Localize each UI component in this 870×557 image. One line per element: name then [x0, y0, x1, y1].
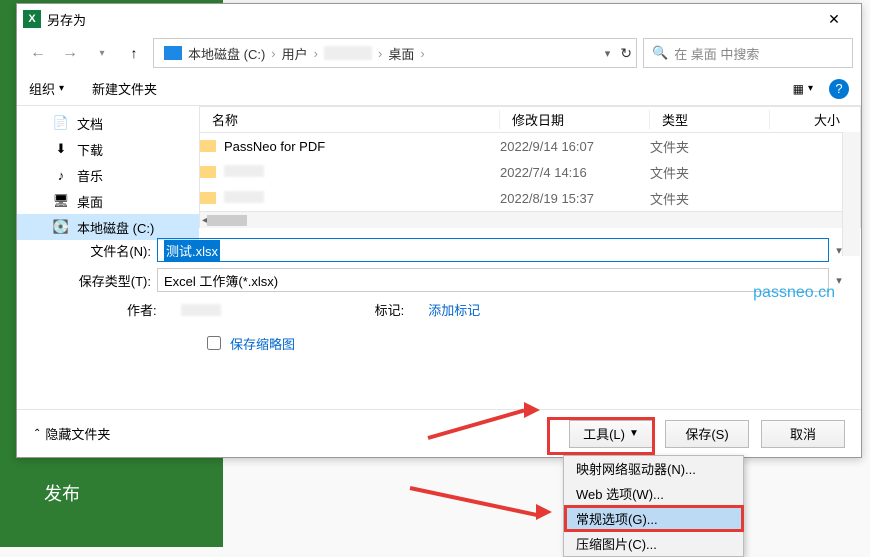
tree-item-icon: 🖥 — [53, 193, 69, 209]
filename-input[interactable]: 测试.xlsx — [157, 238, 829, 262]
tree-item-label: 文档 — [77, 114, 103, 133]
up-button[interactable]: ↑ — [121, 40, 147, 66]
row-name — [224, 165, 264, 180]
organize-button[interactable]: 组织▾ — [29, 79, 64, 98]
menu-item[interactable]: Web 选项(W)... — [564, 481, 743, 506]
publish-label: 发布 — [44, 480, 80, 506]
scroll-thumb[interactable] — [207, 215, 247, 226]
crumb-dropdown[interactable]: ▾ — [605, 47, 611, 60]
dialog-toolbar: 组织▾ 新建文件夹 ▦ ▾ ? — [17, 72, 861, 106]
crumb-desktop[interactable]: 桌面 — [388, 44, 414, 63]
table-row[interactable]: 2022/8/19 15:37文件夹 — [200, 185, 860, 211]
folder-icon — [200, 140, 216, 152]
table-row[interactable]: 2022/7/4 14:16文件夹 — [200, 159, 860, 185]
col-type[interactable]: 类型 — [650, 110, 770, 129]
vertical-scrollbar[interactable] — [842, 132, 860, 256]
search-input[interactable]: 🔍 在 桌面 中搜索 — [643, 38, 853, 68]
search-placeholder: 在 桌面 中搜索 — [674, 44, 759, 63]
tree-item-icon: 💽 — [53, 219, 69, 235]
new-folder-button[interactable]: 新建文件夹 — [92, 79, 157, 98]
tree-item-音乐[interactable]: ♪ 音乐 — [17, 162, 199, 188]
menu-item[interactable]: 映射网络驱动器(N)... — [564, 456, 743, 481]
filename-label: 文件名(N): — [29, 241, 157, 260]
tree-item-icon: ⬇ — [53, 141, 69, 157]
button-row: ⌃隐藏文件夹 工具(L)▼ 保存(S) 取消 — [17, 409, 861, 457]
view-button[interactable]: ▦ ▾ — [793, 82, 813, 96]
annotation-arrow-2 — [410, 480, 560, 520]
file-list: 名称 修改日期 类型 大小 PassNeo for PDF 2022/9/14 1… — [199, 106, 861, 228]
filetype-dropdown[interactable]: ▾ — [829, 274, 849, 287]
row-date: 2022/9/14 16:07 — [500, 139, 650, 154]
folder-icon — [200, 192, 216, 204]
author-value-blurred — [181, 304, 221, 316]
row-name — [224, 191, 264, 206]
nav-tree: 📄文档⬇下载♪音乐🖥桌面💽本地磁盘 (C:) — [17, 106, 199, 228]
history-chevron[interactable]: ▾ — [89, 40, 115, 66]
excel-icon: X — [23, 10, 41, 28]
column-header-row: 名称 修改日期 类型 大小 — [200, 107, 860, 133]
tools-button[interactable]: 工具(L)▼ — [569, 420, 653, 448]
col-date[interactable]: 修改日期 — [500, 110, 650, 129]
search-icon: 🔍 — [652, 45, 668, 61]
tree-item-icon: 📄 — [53, 115, 69, 131]
tree-item-label: 下载 — [77, 140, 103, 159]
col-size[interactable]: 大小 — [770, 110, 860, 129]
hide-folders-button[interactable]: ⌃隐藏文件夹 — [33, 424, 110, 443]
crumb-user-folder[interactable]: 用户 — [282, 44, 308, 63]
row-type: 文件夹 — [650, 163, 770, 182]
tree-item-icon: ♪ — [53, 167, 69, 183]
tree-item-桌面[interactable]: 🖥 桌面 — [17, 188, 199, 214]
tag-label: 标记: — [375, 300, 405, 319]
table-row[interactable]: PassNeo for PDF 2022/9/14 16:07文件夹 — [200, 133, 860, 159]
folder-icon — [200, 166, 216, 178]
tree-item-label: 音乐 — [77, 166, 103, 185]
menu-item[interactable]: 常规选项(G)... — [564, 506, 743, 531]
cancel-button[interactable]: 取消 — [761, 420, 845, 448]
forward-button[interactable]: → — [57, 40, 83, 66]
tree-item-label: 桌面 — [77, 192, 103, 211]
close-button[interactable]: ✕ — [813, 4, 855, 34]
menu-item[interactable]: 压缩图片(C)... — [564, 531, 743, 556]
row-type: 文件夹 — [650, 189, 770, 208]
back-button[interactable]: ← — [25, 40, 51, 66]
row-name: PassNeo for PDF — [224, 139, 325, 154]
add-tag-link[interactable]: 添加标记 — [428, 300, 480, 319]
save-thumbnail-checkbox[interactable]: 保存缩略图 — [203, 333, 849, 353]
filetype-label: 保存类型(T): — [29, 271, 157, 290]
nav-bar: ← → ▾ ↑ 本地磁盘 (C:) › 用户 › › 桌面 › ▾ ↻ 🔍 在 … — [17, 34, 861, 72]
col-name[interactable]: 名称 — [200, 110, 500, 129]
row-type: 文件夹 — [650, 137, 770, 156]
save-button[interactable]: 保存(S) — [665, 420, 749, 448]
pc-icon — [164, 46, 182, 60]
tree-item-文档[interactable]: 📄 文档 — [17, 110, 199, 136]
thumbnail-checkbox-input[interactable] — [207, 336, 221, 350]
tree-item-label: 本地磁盘 (C:) — [77, 218, 154, 237]
refresh-button[interactable]: ↻ — [620, 45, 632, 62]
form-area: 文件名(N): 测试.xlsx ▾ 保存类型(T): Excel 工作簿(*.x… — [17, 228, 861, 353]
tree-item-下载[interactable]: ⬇ 下载 — [17, 136, 199, 162]
address-bar[interactable]: 本地磁盘 (C:) › 用户 › › 桌面 › ▾ ↻ — [153, 38, 637, 68]
help-button[interactable]: ? — [829, 79, 849, 99]
save-as-dialog: X 另存为 ✕ ← → ▾ ↑ 本地磁盘 (C:) › 用户 › › 桌面 › … — [16, 3, 862, 458]
filetype-select[interactable]: Excel 工作簿(*.xlsx) — [157, 268, 829, 292]
tools-menu: 映射网络驱动器(N)...Web 选项(W)...常规选项(G)...压缩图片(… — [563, 455, 744, 557]
crumb-root[interactable]: 本地磁盘 (C:) — [188, 44, 265, 63]
row-date: 2022/8/19 15:37 — [500, 191, 650, 206]
dialog-title: 另存为 — [47, 10, 813, 29]
author-label: 作者: — [127, 300, 157, 319]
tree-item-本地磁盘 (C:)[interactable]: 💽 本地磁盘 (C:) — [17, 214, 199, 240]
row-date: 2022/7/4 14:16 — [500, 165, 650, 180]
horizontal-scrollbar[interactable]: ◂ — [200, 211, 860, 228]
crumb-blurred-user[interactable] — [324, 46, 372, 60]
titlebar: X 另存为 ✕ — [17, 4, 861, 34]
